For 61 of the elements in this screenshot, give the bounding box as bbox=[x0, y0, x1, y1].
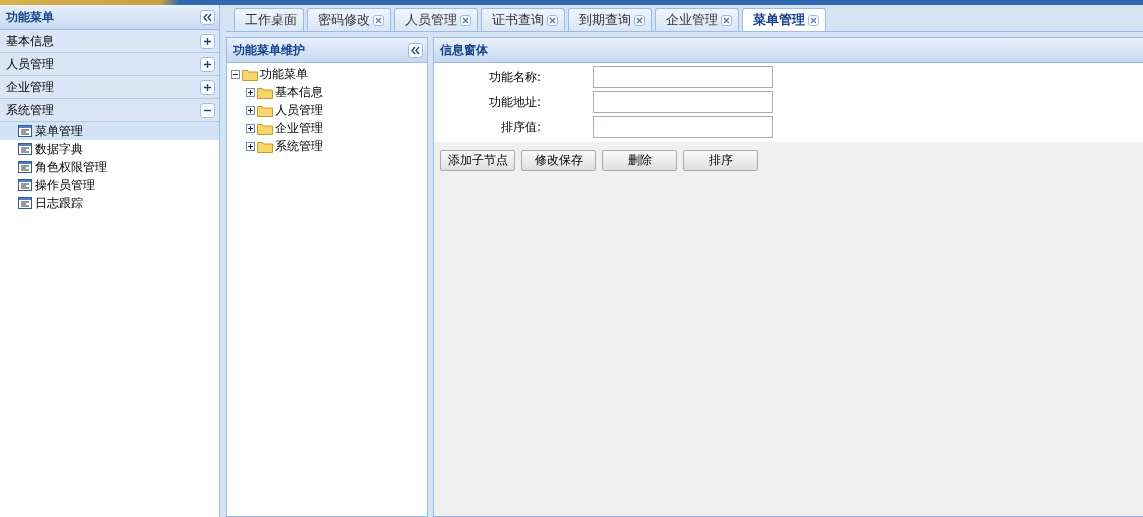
expand-icon[interactable] bbox=[246, 123, 255, 133]
collapse-button[interactable] bbox=[200, 9, 215, 25]
list-icon bbox=[18, 143, 32, 155]
tab[interactable]: 密码修改 bbox=[307, 8, 391, 31]
close-icon[interactable] bbox=[634, 14, 645, 26]
accordion-header[interactable]: 企业管理 bbox=[0, 76, 219, 99]
tree-node[interactable]: 功能菜单 bbox=[231, 65, 423, 83]
expand-icon[interactable] bbox=[246, 141, 255, 151]
list-icon bbox=[18, 125, 32, 137]
accordion-header[interactable]: 基本信息 bbox=[0, 30, 219, 53]
field-label: 功能名称: bbox=[488, 68, 541, 86]
panel-title: 功能菜单 bbox=[6, 8, 54, 26]
menu-item[interactable]: 数据字典 bbox=[0, 140, 219, 158]
input-field[interactable] bbox=[593, 116, 773, 138]
tree-node[interactable]: 系统管理 bbox=[246, 137, 423, 155]
menu-item[interactable]: 日志跟踪 bbox=[0, 194, 219, 212]
tab[interactable]: 工作桌面 bbox=[234, 8, 304, 31]
expand-button[interactable] bbox=[200, 33, 215, 49]
collapse-button[interactable] bbox=[200, 102, 215, 118]
menu-item[interactable]: 操作员管理 bbox=[0, 176, 219, 194]
tab[interactable]: 菜单管理 bbox=[742, 8, 826, 31]
folder-icon bbox=[257, 139, 273, 153]
close-icon[interactable] bbox=[460, 14, 471, 26]
panel-title: 功能菜单维护 bbox=[233, 41, 305, 59]
close-icon[interactable] bbox=[547, 14, 558, 26]
tree-node[interactable]: 企业管理 bbox=[246, 119, 423, 137]
collapse-button[interactable] bbox=[408, 42, 423, 58]
tree-node[interactable]: 基本信息 bbox=[246, 83, 423, 101]
input-field[interactable] bbox=[593, 66, 773, 88]
expand-button[interactable] bbox=[200, 56, 215, 72]
menu-item[interactable]: 菜单管理 bbox=[0, 122, 219, 140]
close-icon[interactable] bbox=[721, 14, 732, 26]
list-icon bbox=[18, 161, 32, 173]
action-button[interactable]: 添加子节点 bbox=[440, 150, 515, 171]
expand-icon[interactable] bbox=[246, 87, 255, 97]
field-label: 功能地址: bbox=[488, 93, 541, 111]
accordion-header[interactable]: 系统管理 bbox=[0, 99, 219, 122]
field-label: 排序值: bbox=[500, 118, 541, 136]
tab[interactable]: 证书查询 bbox=[481, 8, 565, 31]
menu-item[interactable]: 角色权限管理 bbox=[0, 158, 219, 176]
action-button[interactable]: 修改保存 bbox=[521, 150, 596, 171]
tab[interactable]: 到期查询 bbox=[568, 8, 652, 31]
list-icon bbox=[18, 197, 32, 209]
collapse-icon[interactable] bbox=[231, 69, 240, 79]
input-field[interactable] bbox=[593, 91, 773, 113]
folder-icon bbox=[257, 103, 273, 117]
action-button[interactable]: 排序 bbox=[683, 150, 758, 171]
panel-title: 信息窗体 bbox=[440, 41, 488, 59]
folder-icon bbox=[257, 121, 273, 135]
expand-icon[interactable] bbox=[246, 105, 255, 115]
tab[interactable]: 人员管理 bbox=[394, 8, 478, 31]
action-button[interactable]: 删除 bbox=[602, 150, 677, 171]
tab[interactable]: 企业管理 bbox=[655, 8, 739, 31]
tree-node[interactable]: 人员管理 bbox=[246, 101, 423, 119]
folder-icon bbox=[242, 67, 258, 81]
list-icon bbox=[18, 179, 32, 191]
folder-icon bbox=[257, 85, 273, 99]
expand-button[interactable] bbox=[200, 79, 215, 95]
accordion-header[interactable]: 人员管理 bbox=[0, 53, 219, 76]
close-icon[interactable] bbox=[808, 14, 819, 26]
close-icon[interactable] bbox=[373, 14, 384, 26]
